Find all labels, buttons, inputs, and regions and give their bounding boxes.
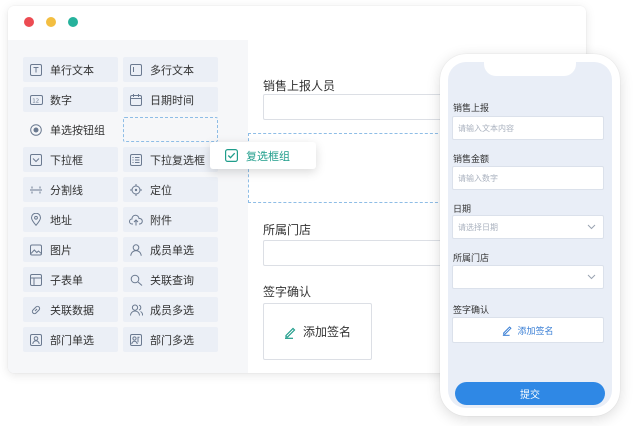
upload-cloud-icon — [129, 213, 143, 227]
mobile-field-label: 签字确认 — [453, 306, 490, 316]
pen-icon — [502, 324, 513, 336]
mobile-store-select[interactable] — [452, 265, 604, 289]
palette-item-label: 关联数据 — [50, 303, 94, 317]
chevron-down-icon — [587, 272, 596, 283]
mobile-field-label: 销售金额 — [453, 155, 490, 165]
minimize-window-button[interactable] — [46, 17, 56, 27]
mobile-field-label: 所属门店 — [453, 254, 490, 264]
palette-item-member-single[interactable]: 成员单选 — [123, 237, 218, 262]
mobile-sales-amount-input[interactable]: 请输入数字 — [452, 166, 604, 190]
mobile-add-signature-label: 添加签名 — [517, 326, 554, 337]
store-input[interactable] — [263, 240, 443, 266]
chevron-down-icon — [587, 222, 596, 233]
palette-item-department-single[interactable]: 部门单选 — [23, 327, 118, 352]
mobile-screen: 销售上报 请输入文本内容 销售金额 请输入数字 日期 请选择日期 所属门店 签字… — [448, 62, 612, 408]
palette-item-divider[interactable]: 分割线 — [23, 177, 118, 202]
palette-item-label: 图片 — [50, 243, 72, 257]
textarea-icon — [129, 63, 143, 77]
palette-item-locate[interactable]: 定位 — [123, 177, 218, 202]
mobile-date-select[interactable]: 请选择日期 — [452, 215, 604, 239]
department-icon — [29, 333, 43, 347]
palette-item-single-line-text[interactable]: 单行文本 — [23, 57, 118, 82]
palette-item-label: 多行文本 — [150, 63, 194, 77]
palette-item-linked-query[interactable]: 关联查询 — [123, 267, 218, 292]
maximize-window-button[interactable] — [68, 17, 78, 27]
palette-item-multi-line-text[interactable]: 多行文本 — [123, 57, 218, 82]
palette-item-label: 下拉框 — [50, 153, 83, 167]
palette-item-drag-placeholder — [123, 117, 218, 142]
palette-item-label: 数字 — [50, 93, 72, 107]
palette-item-linked-data[interactable]: 关联数据 — [23, 297, 118, 322]
close-window-button[interactable] — [24, 17, 34, 27]
radio-icon — [29, 123, 43, 137]
mobile-date-placeholder: 请选择日期 — [458, 222, 498, 232]
text-field-icon — [29, 63, 43, 77]
pen-icon — [284, 325, 297, 339]
departments-icon — [129, 333, 143, 347]
palette-item-label: 分割线 — [50, 183, 83, 197]
palette-item-label: 成员多选 — [150, 303, 194, 317]
palette-item-label: 日期时间 — [150, 93, 194, 107]
mobile-field-label: 销售上报 — [453, 104, 490, 114]
map-pin-icon — [29, 213, 43, 227]
palette-item-label: 关联查询 — [150, 273, 194, 287]
palette-item-label: 单选按钮组 — [50, 123, 105, 137]
dragging-label: 复选框组 — [246, 149, 290, 163]
dragging-checkbox-group[interactable]: 复选框组 — [210, 142, 316, 169]
palette-item-member-multi[interactable]: 成员多选 — [123, 297, 218, 322]
locate-icon — [129, 183, 143, 197]
sales-reporter-input[interactable] — [263, 94, 443, 120]
palette-item-dropdown-checkbox[interactable]: 下拉复选框 — [123, 147, 218, 172]
form-field-label-store: 所属门店 — [263, 223, 312, 237]
submit-button[interactable]: 提交 — [455, 382, 605, 405]
add-signature-button[interactable]: 添加签名 — [263, 303, 372, 360]
mobile-field-label: 日期 — [453, 205, 472, 215]
palette-item-label: 定位 — [150, 183, 172, 197]
palette-item-attachment[interactable]: 附件 — [123, 207, 218, 232]
palette-item-label: 下拉复选框 — [150, 153, 205, 167]
form-field-label-signature: 签字确认 — [263, 285, 312, 299]
palette-item-label: 附件 — [150, 213, 172, 227]
component-palette: 单行文本 多行文本 12 数字 日期时间 单选按钮组 下拉框 下拉复选框 分割线… — [8, 40, 248, 373]
palette-item-subform[interactable]: 子表单 — [23, 267, 118, 292]
palette-item-dropdown[interactable]: 下拉框 — [23, 147, 118, 172]
user-icon — [129, 243, 143, 257]
mobile-sales-report-input[interactable]: 请输入文本内容 — [452, 116, 604, 140]
palette-item-label: 部门多选 — [150, 333, 194, 347]
checkbox-icon — [224, 149, 238, 163]
palette-item-radio-group[interactable]: 单选按钮组 — [23, 117, 118, 142]
palette-item-number[interactable]: 12 数字 — [23, 87, 118, 112]
dropdown-icon — [29, 153, 43, 167]
palette-item-label: 部门单选 — [50, 333, 94, 347]
mobile-preview: 销售上报 请输入文本内容 销售金额 请输入数字 日期 请选择日期 所属门店 签字… — [440, 54, 620, 416]
mobile-add-signature-button[interactable]: 添加签名 — [452, 317, 604, 343]
subform-icon — [29, 273, 43, 287]
list-checkbox-icon — [129, 153, 143, 167]
link-search-icon — [129, 273, 143, 287]
users-icon — [129, 303, 143, 317]
palette-item-department-multi[interactable]: 部门多选 — [123, 327, 218, 352]
form-field-label-sales-reporter: 销售上报人员 — [263, 79, 336, 93]
divider-icon — [29, 183, 43, 197]
palette-item-address[interactable]: 地址 — [23, 207, 118, 232]
svg-text:12: 12 — [32, 98, 39, 104]
add-signature-label: 添加签名 — [302, 325, 351, 339]
title-bar — [8, 6, 586, 40]
palette-item-date-time[interactable]: 日期时间 — [123, 87, 218, 112]
palette-item-image[interactable]: 图片 — [23, 237, 118, 262]
image-icon — [29, 243, 43, 257]
link-data-icon — [29, 303, 43, 317]
phone-notch — [484, 62, 576, 76]
calendar-icon — [129, 93, 143, 107]
palette-item-label: 单行文本 — [50, 63, 94, 77]
palette-item-label: 地址 — [50, 213, 72, 227]
palette-item-label: 子表单 — [50, 273, 83, 287]
number-icon: 12 — [29, 93, 43, 107]
palette-item-label: 成员单选 — [150, 243, 194, 257]
